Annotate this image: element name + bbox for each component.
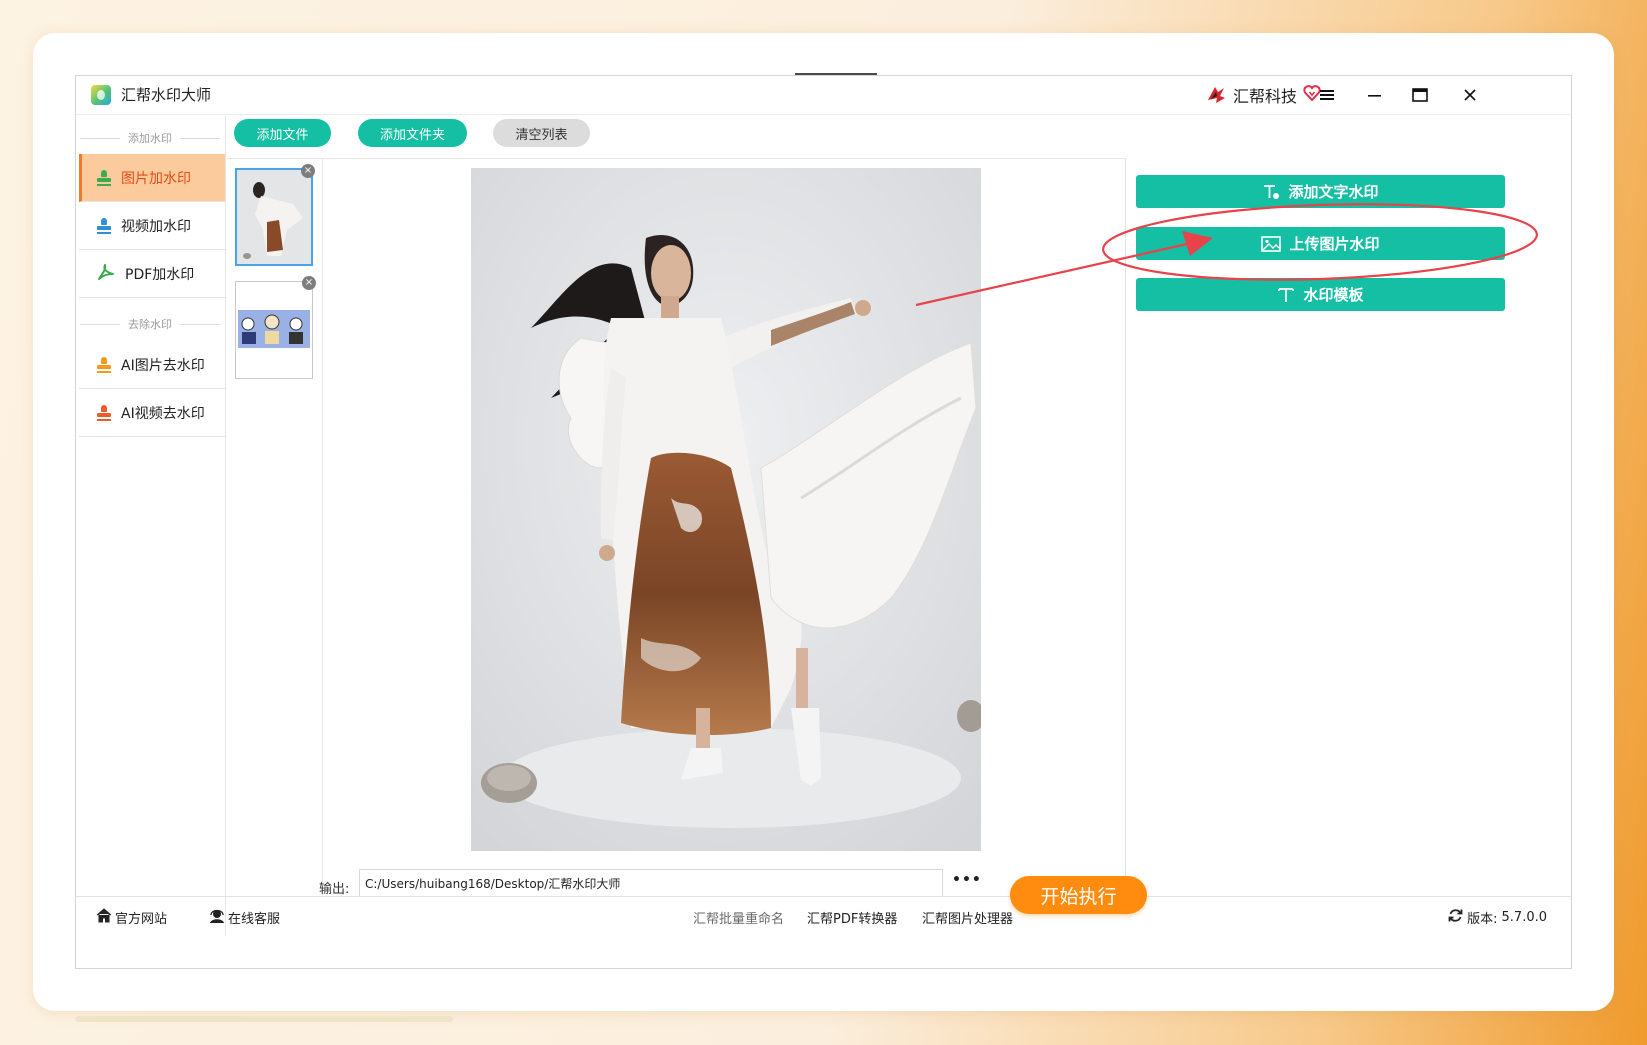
brand-name: 汇帮科技 [1233,87,1298,106]
maximize-icon[interactable] [1405,82,1435,108]
sidebar-item-label: 视频加水印 [121,218,191,235]
stamp-icon [97,217,111,234]
stamp-icon [97,356,111,373]
decorative-strip [75,1016,453,1022]
sidebar: 添加水印 图片加水印 视频加水印 PDF加水印 去除水印 AI图片去水印 AI视… [76,116,226,936]
pdf-converter-link[interactable]: 汇帮PDF转换器 [807,908,897,927]
version-number: 5.7.0.0 [1501,910,1547,925]
official-website-link[interactable]: 官方网站 [96,908,167,927]
brand[interactable]: 汇帮科技 [1205,83,1321,107]
section-remove-watermark: 去除水印 [80,316,220,332]
add-file-button[interactable]: 添加文件 [234,119,331,147]
app-window: 汇帮水印大师 汇帮科技 添加水印 图片加水印 视频加水印 PDF加水印 去除水印… [75,75,1572,969]
thumbnail-item[interactable]: × [235,164,315,266]
status-bar: 官方网站 在线客服 汇帮批量重命名 汇帮PDF转换器 汇帮图片处理器 版本: 5… [76,896,1571,933]
app-title: 汇帮水印大师 [121,86,212,104]
stamp-icon [97,169,111,186]
online-support-link[interactable]: 在线客服 [209,908,280,927]
text-icon [1277,286,1295,304]
thumbnail-item[interactable]: × [235,276,316,379]
sidebar-item-video-watermark[interactable]: 视频加水印 [79,202,225,250]
clear-list-button[interactable]: 清空列表 [493,119,590,147]
sidebar-item-pdf-watermark[interactable]: PDF加水印 [79,250,225,298]
watermark-template-button[interactable]: 水印模板 [1136,278,1505,311]
thumbnail-list: × × [227,159,323,894]
toolbar-divider [227,158,1125,159]
thumbnail-image [236,282,312,376]
start-execution-button[interactable]: 开始执行 [1010,876,1147,914]
title-bar: 汇帮水印大师 汇帮科技 [76,76,1571,115]
sidebar-item-label: AI图片去水印 [121,357,205,374]
image-processor-link[interactable]: 汇帮图片处理器 [922,908,1013,927]
add-text-watermark-button[interactable]: 添加文字水印 [1136,175,1505,208]
sidebar-item-label: 图片加水印 [121,170,191,187]
section-add-watermark: 添加水印 [80,130,220,146]
image-preview [471,168,981,851]
upload-image-watermark-button[interactable]: 上传图片水印 [1136,227,1505,260]
thumbnail-image [237,170,311,264]
browse-output-button[interactable]: ••• [952,872,981,894]
stamp-icon [97,404,111,421]
brand-logo-icon [1205,84,1227,106]
headset-icon [209,908,225,927]
output-label: 输出: [319,882,350,897]
remove-thumbnail-button[interactable]: × [301,164,315,178]
panel-divider [1125,158,1126,896]
text-icon [1262,183,1280,201]
pdf-icon [97,263,115,285]
add-folder-button[interactable]: 添加文件夹 [358,119,467,147]
batch-rename-link[interactable]: 汇帮批量重命名 [693,908,784,927]
version-info: 版本: 5.7.0.0 [1448,908,1547,927]
sidebar-item-ai-image-removal[interactable]: AI图片去水印 [79,341,225,389]
app-logo-icon [91,85,111,105]
minimize-icon[interactable] [1360,82,1390,108]
sidebar-item-label: AI视频去水印 [121,405,205,422]
refresh-icon [1448,908,1463,927]
sidebar-item-label: PDF加水印 [125,266,195,283]
home-icon [96,908,112,927]
remove-thumbnail-button[interactable]: × [302,276,316,290]
sidebar-item-ai-video-removal[interactable]: AI视频去水印 [79,389,225,437]
image-icon [1261,235,1282,253]
close-icon[interactable] [1455,82,1485,108]
sidebar-item-image-watermark[interactable]: 图片加水印 [79,154,225,202]
menu-icon[interactable] [1312,82,1342,108]
output-path-field[interactable] [359,869,943,897]
preview-photo [471,168,981,851]
version-label: 版本: [1467,912,1498,927]
